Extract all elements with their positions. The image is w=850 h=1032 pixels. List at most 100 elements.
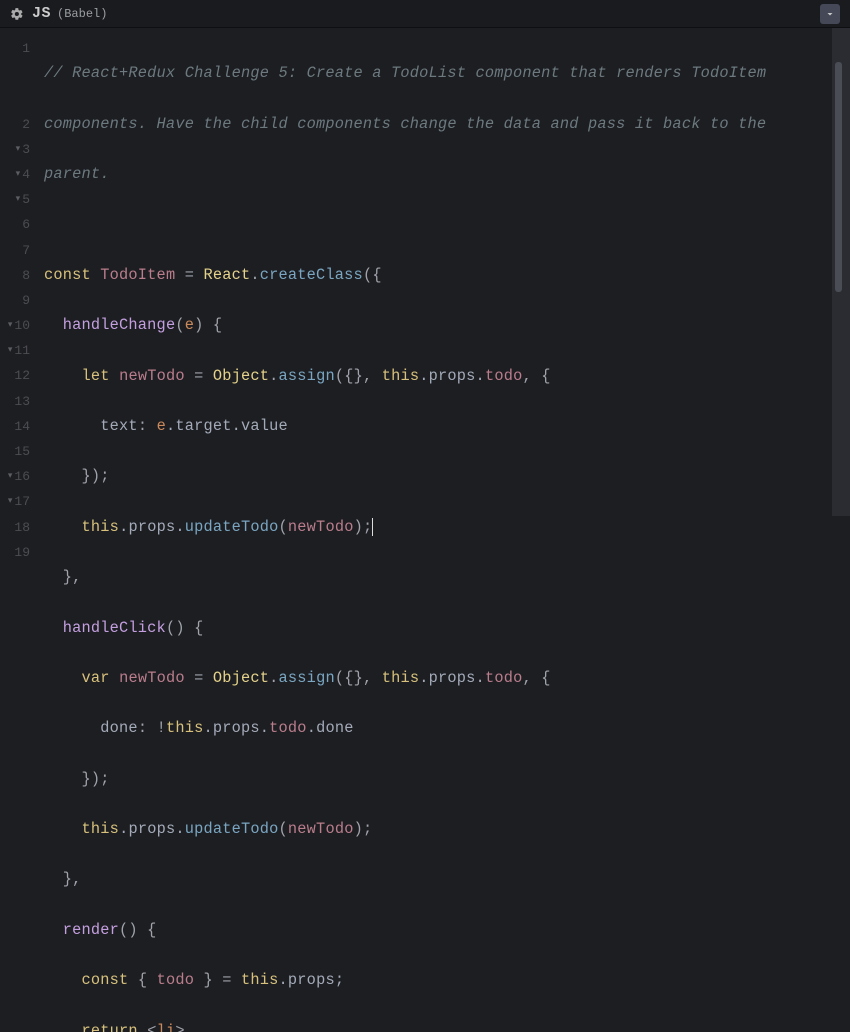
code-text: return <box>82 1022 148 1032</box>
line-number: ▾11 <box>0 338 34 363</box>
code-text: handleClick <box>63 619 166 637</box>
line-number: 7 <box>0 238 34 263</box>
code-text: > <box>175 1022 184 1032</box>
gear-icon[interactable] <box>10 7 24 21</box>
expand-button[interactable] <box>820 4 840 24</box>
line-number: 13 <box>0 389 34 414</box>
line-number: ▾5 <box>0 187 34 212</box>
code-text: ); <box>354 820 373 838</box>
fold-icon[interactable]: ▾ <box>4 338 12 363</box>
code-text: handleChange <box>63 316 176 334</box>
code-text: . <box>269 367 278 385</box>
fold-icon[interactable]: ▾ <box>12 137 20 162</box>
code-text: () { <box>166 619 204 637</box>
code-text: e <box>157 417 166 435</box>
line-number: 14 <box>0 414 34 439</box>
line-number: ▾17 <box>0 489 34 514</box>
code-editor[interactable]: 12▾3▾4▾56789▾10▾1112131415▾16▾171819 // … <box>0 28 850 516</box>
code-text: : <box>138 417 157 435</box>
code-text: todo <box>485 669 523 687</box>
code-text: this <box>241 971 279 989</box>
code-text: Object <box>213 367 269 385</box>
code-text: assign <box>279 669 335 687</box>
code-text: ( <box>279 518 288 536</box>
code-text: components. Have the child components ch… <box>44 115 766 133</box>
code-text: } = <box>194 971 241 989</box>
code-text: const <box>82 971 138 989</box>
fold-icon[interactable]: ▾ <box>12 162 20 187</box>
code-text: , { <box>522 669 550 687</box>
fold-icon[interactable]: ▾ <box>4 313 12 338</box>
fold-icon[interactable]: ▾ <box>12 187 20 212</box>
code-text: updateTodo <box>185 518 279 536</box>
line-number: 12 <box>0 363 34 388</box>
line-number: 6 <box>0 212 34 237</box>
code-text: this <box>82 518 120 536</box>
code-text: }); <box>82 770 110 788</box>
code-text: newTodo <box>288 518 354 536</box>
line-number: 15 <box>0 439 34 464</box>
code-text: React <box>203 266 250 284</box>
code-text: li <box>157 1022 176 1032</box>
preprocessor-label: (Babel) <box>57 7 107 21</box>
code-text: newTodo <box>119 669 185 687</box>
code-text: .props. <box>119 518 185 536</box>
code-text: assign <box>279 367 335 385</box>
code-text: () { <box>119 921 157 939</box>
code-text: let <box>82 367 120 385</box>
language-label: JS <box>32 5 51 22</box>
code-text: todo <box>485 367 523 385</box>
code-text: ) { <box>194 316 222 334</box>
code-text: parent. <box>44 165 110 183</box>
line-number: 2 <box>0 112 34 137</box>
line-number: 19 <box>0 540 34 565</box>
code-text: ({}, <box>335 669 382 687</box>
line-number: ▾4 <box>0 162 34 187</box>
code-text: . <box>250 266 259 284</box>
code-text: this <box>166 719 204 737</box>
line-number <box>0 61 34 86</box>
fold-icon[interactable]: ▾ <box>4 489 12 514</box>
line-number: 1 <box>0 36 34 61</box>
code-text: < <box>147 1022 156 1032</box>
code-text: this <box>82 820 120 838</box>
code-text: text <box>100 417 138 435</box>
code-text: : ! <box>138 719 166 737</box>
fold-icon[interactable]: ▾ <box>4 464 12 489</box>
code-text: }); <box>82 467 110 485</box>
line-number: 9 <box>0 288 34 313</box>
code-text: var <box>82 669 120 687</box>
code-text: .props. <box>119 820 185 838</box>
code-text: .target.value <box>166 417 288 435</box>
line-number: ▾3 <box>0 137 34 162</box>
scrollbar-thumb[interactable] <box>835 62 842 292</box>
code-text: ({}, <box>335 367 382 385</box>
code-text: , { <box>522 367 550 385</box>
code-text: TodoItem <box>100 266 175 284</box>
code-text: = <box>175 266 203 284</box>
code-text: }, <box>63 870 82 888</box>
code-text: newTodo <box>119 367 185 385</box>
code-text: // React+Redux Challenge 5: Create a Tod… <box>44 64 766 82</box>
code-text: createClass <box>260 266 363 284</box>
text-cursor <box>372 518 373 536</box>
code-text: ( <box>279 820 288 838</box>
panel-header: JS (Babel) <box>0 0 850 28</box>
code-text: = <box>185 669 213 687</box>
code-text: this <box>382 669 420 687</box>
code-text: .props. <box>203 719 269 737</box>
code-text: .props. <box>419 367 485 385</box>
code-text: { <box>138 971 157 989</box>
code-text: . <box>269 669 278 687</box>
code-text: Object <box>213 669 269 687</box>
line-number: ▾16 <box>0 464 34 489</box>
line-number: 18 <box>0 515 34 540</box>
code-area[interactable]: // React+Redux Challenge 5: Create a Tod… <box>34 28 850 516</box>
code-text: .props. <box>419 669 485 687</box>
chevron-down-icon <box>824 8 836 20</box>
code-text: }, <box>63 568 82 586</box>
line-number <box>0 86 34 111</box>
code-text: updateTodo <box>185 820 279 838</box>
code-text: done <box>100 719 138 737</box>
code-text: = <box>185 367 213 385</box>
